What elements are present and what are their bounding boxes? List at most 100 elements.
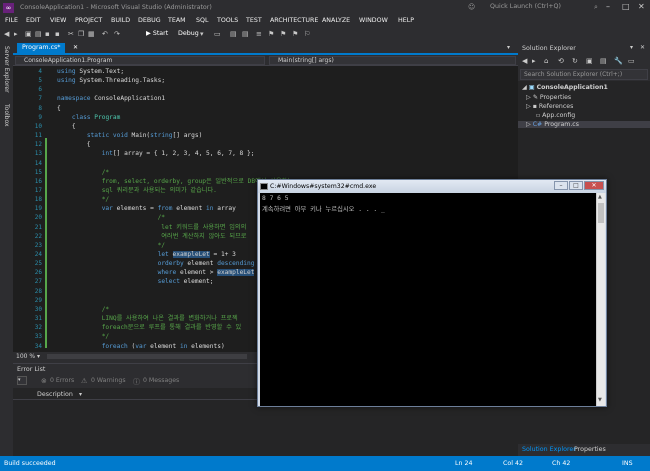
menu-window[interactable]: WINDOW: [359, 17, 388, 24]
chevron-up-icon[interactable]: ▲: [598, 194, 602, 200]
open-file-icon[interactable]: ▤: [35, 29, 42, 39]
tab-program-cs[interactable]: Program.cs*: [17, 43, 66, 55]
server-explorer-tab[interactable]: Server Explorer: [3, 46, 10, 93]
toolbar-icon-1[interactable]: ▤: [230, 29, 237, 39]
back-icon[interactable]: ◀: [4, 29, 9, 39]
class-dropdown[interactable]: ConsoleApplication1.Program: [15, 56, 265, 65]
console-output[interactable]: 8 7 6 5 계속하려면 아무 키나 누르십시오 . . . _: [260, 193, 596, 406]
scroll-thumb[interactable]: [598, 203, 604, 223]
quick-launch-input[interactable]: Quick Launch (Ctrl+Q): [490, 3, 590, 13]
console-window[interactable]: C:#Windows#system32#cmd.exe – □ ✕ 8 7 6 …: [257, 179, 607, 407]
minimize-button[interactable]: –: [554, 181, 568, 190]
tree-item-label: App.config: [542, 112, 576, 119]
preview-icon[interactable]: ▭: [628, 57, 635, 65]
code-token: foreach문으로 루프를 통해 결과를 반영할 수 있: [57, 324, 242, 332]
minimize-button[interactable]: –: [606, 2, 610, 11]
forward-icon[interactable]: ▸: [532, 57, 536, 65]
menu-architecture[interactable]: ARCHITECTURE: [270, 17, 318, 24]
line-number: 9: [38, 113, 42, 121]
tree-item-program-cs[interactable]: ▷ C# Program.cs: [518, 121, 650, 128]
redo-icon[interactable]: ↷: [114, 29, 120, 39]
refresh-icon[interactable]: ↻: [572, 57, 578, 65]
menu-team[interactable]: TEAM: [168, 17, 186, 24]
comment-icon[interactable]: ≡: [256, 29, 262, 39]
expand-icon[interactable]: ◢: [522, 84, 527, 91]
save-all-icon[interactable]: ▪: [55, 29, 60, 39]
chevron-down-icon[interactable]: ▼: [598, 397, 602, 403]
menu-edit[interactable]: EDIT: [26, 17, 41, 24]
menu-build[interactable]: BUILD: [111, 17, 130, 24]
horizontal-scrollbar[interactable]: [47, 354, 247, 359]
tree-item-references[interactable]: ▷ ▪ References: [526, 103, 573, 110]
collapse-icon[interactable]: ▣: [586, 57, 593, 65]
chevron-down-icon[interactable]: ▾: [200, 29, 204, 39]
chevron-down-icon[interactable]: ▾: [507, 44, 510, 51]
home-icon[interactable]: ⌂: [544, 57, 548, 65]
pin-icon[interactable]: ▾: [630, 44, 633, 51]
line-number: 5: [38, 77, 42, 85]
menu-analyze[interactable]: ANALYZE: [322, 17, 350, 24]
member-dropdown[interactable]: Main(string[] args): [269, 56, 516, 65]
menu-test[interactable]: TEST: [246, 17, 262, 24]
errors-filter-button[interactable]: 0 Errors: [50, 377, 74, 384]
tree-item-app-config[interactable]: ▫ App.config: [536, 112, 575, 119]
forward-icon[interactable]: ▸: [14, 29, 18, 39]
console-title-bar[interactable]: C:#Windows#system32#cmd.exe – □ ✕: [258, 180, 606, 193]
expand-icon[interactable]: ▷: [526, 103, 531, 110]
back-icon[interactable]: ◀: [522, 57, 527, 65]
browser-icon[interactable]: ▭: [214, 29, 221, 39]
close-icon[interactable]: ✕: [73, 44, 78, 51]
menu-sql[interactable]: SQL: [196, 17, 208, 24]
toolbox-tab[interactable]: Toolbox: [3, 104, 10, 127]
tree-item-properties[interactable]: ▷ ✎ Properties: [526, 94, 571, 101]
start-button[interactable]: ▶ Start: [146, 29, 168, 39]
show-all-icon[interactable]: ▤: [600, 57, 607, 65]
undo-icon[interactable]: ↶: [102, 29, 108, 39]
sync-icon[interactable]: ⟲: [558, 57, 564, 65]
close-button[interactable]: ✕: [584, 181, 604, 190]
expand-icon[interactable]: ▷: [526, 121, 531, 128]
line-number: 23: [34, 241, 42, 249]
menu-debug[interactable]: DEBUG: [138, 17, 161, 24]
maximize-button[interactable]: □: [622, 2, 630, 11]
close-button[interactable]: ✕: [638, 2, 645, 11]
cut-icon[interactable]: ✂: [68, 29, 74, 39]
zoom-level[interactable]: 100 %: [16, 353, 35, 360]
code-token: ConsoleApplication1: [94, 95, 166, 103]
menu-help[interactable]: HELP: [398, 17, 414, 24]
new-project-icon[interactable]: ▣: [25, 29, 32, 39]
expand-icon[interactable]: ▷: [526, 94, 531, 101]
menu-project[interactable]: PROJECT: [75, 17, 102, 24]
bookmark-icon[interactable]: ⚑: [268, 29, 274, 39]
toolbar-icon-2[interactable]: ▤: [242, 29, 249, 39]
bookmark-next-icon[interactable]: ⚑: [292, 29, 298, 39]
filter-icon[interactable]: ▾: [17, 376, 27, 385]
menu-file[interactable]: FILE: [5, 17, 18, 24]
tab-solution-explorer[interactable]: Solution Explorer: [522, 446, 576, 453]
clear-bookmark-icon[interactable]: ⚐: [304, 29, 310, 39]
tab-properties[interactable]: Properties: [574, 446, 606, 453]
tree-item-project[interactable]: ◢ ▣ ConsoleApplication1: [522, 84, 608, 91]
config-dropdown[interactable]: Debug: [178, 29, 199, 39]
menu-view[interactable]: VIEW: [50, 17, 66, 24]
code-line: static void Main(string[] args): [57, 131, 203, 140]
bookmark-prev-icon[interactable]: ⚑: [280, 29, 286, 39]
paste-icon[interactable]: ▦: [88, 29, 95, 39]
copy-icon[interactable]: ❐: [78, 29, 84, 39]
solution-search-input[interactable]: Search Solution Explorer (Ctrl+;): [520, 69, 648, 80]
close-icon[interactable]: ✕: [640, 44, 645, 51]
warnings-filter-button[interactable]: 0 Warnings: [91, 377, 126, 384]
column-description[interactable]: Description: [37, 391, 73, 398]
maximize-button[interactable]: □: [569, 181, 583, 190]
properties-icon[interactable]: 🔧: [614, 57, 623, 65]
code-line: using System.Threading.Tasks;: [57, 76, 165, 85]
chevron-down-icon[interactable]: ▾: [37, 353, 40, 360]
solution-explorer-header: Solution Explorer ▾ ✕: [518, 42, 650, 55]
chevron-down-icon[interactable]: ▾: [79, 391, 82, 398]
feedback-icon[interactable]: ☺: [468, 3, 475, 11]
save-icon[interactable]: ▪: [45, 29, 50, 39]
console-scrollbar[interactable]: ▲ ▼: [596, 193, 605, 406]
messages-filter-button[interactable]: 0 Messages: [143, 377, 179, 384]
menu-tools[interactable]: TOOLS: [217, 17, 238, 24]
